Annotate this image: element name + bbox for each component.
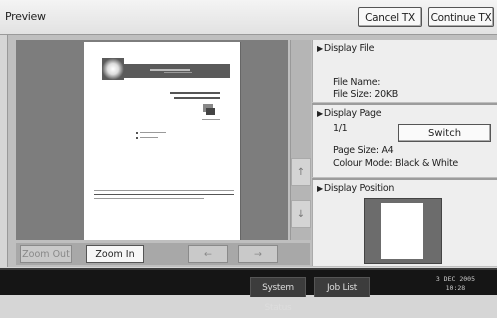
triangle-right-icon: ▶ bbox=[317, 44, 323, 53]
colour-mode-label: Colour Mode: Black & White bbox=[333, 158, 458, 169]
display-file-heading: ▶Display File bbox=[317, 43, 375, 54]
preview-area bbox=[16, 40, 288, 240]
page-size-label: Page Size: A4 bbox=[333, 145, 394, 156]
display-position-heading: ▶Display Position bbox=[317, 183, 395, 194]
document-header-graphic bbox=[102, 58, 230, 80]
page-counter: 1/1 bbox=[333, 123, 348, 134]
display-file-section: ▶Display File File Name: File Size: 20KB bbox=[312, 40, 497, 102]
zoom-out-button[interactable]: Zoom Out bbox=[20, 245, 72, 263]
document-logo-icon bbox=[203, 104, 215, 115]
scroll-up-button[interactable]: ↑ bbox=[291, 158, 311, 186]
switch-button[interactable]: Switch bbox=[398, 124, 491, 142]
document-page-thumbnail bbox=[84, 42, 240, 240]
date-time-display: 3 DEC 2005 10:28 bbox=[436, 275, 475, 293]
vertical-scroll-column: ↑ ↓ bbox=[290, 40, 311, 240]
title-bar: Preview Cancel TX Continue TX bbox=[0, 0, 497, 35]
job-list-button[interactable]: Job List bbox=[314, 277, 370, 297]
file-name-label: File Name: bbox=[333, 77, 381, 88]
status-bar: System Status Job List 3 DEC 2005 10:28 bbox=[0, 268, 497, 313]
zoom-in-button[interactable]: Zoom In bbox=[86, 245, 144, 263]
scroll-down-button[interactable]: ↓ bbox=[291, 200, 311, 228]
date-text: 3 DEC 2005 bbox=[435, 275, 475, 283]
triangle-right-icon: ▶ bbox=[317, 109, 323, 118]
triangle-right-icon: ▶ bbox=[317, 184, 323, 193]
display-page-heading: ▶Display Page bbox=[317, 108, 382, 119]
continue-tx-button[interactable]: Continue TX bbox=[428, 7, 494, 27]
pan-right-button[interactable]: → bbox=[238, 245, 278, 263]
preview-controls: Zoom Out Zoom In ← → bbox=[16, 243, 310, 265]
file-size-label: File Size: 20KB bbox=[333, 89, 398, 100]
system-status-button[interactable]: System Status bbox=[250, 277, 306, 313]
cancel-tx-button[interactable]: Cancel TX bbox=[358, 7, 422, 27]
position-navigator[interactable] bbox=[364, 198, 442, 264]
screen-title: Preview bbox=[5, 10, 46, 23]
time-text: 10:28 bbox=[445, 284, 466, 292]
pan-left-button[interactable]: ← bbox=[188, 245, 228, 263]
position-page-indicator bbox=[381, 203, 423, 259]
